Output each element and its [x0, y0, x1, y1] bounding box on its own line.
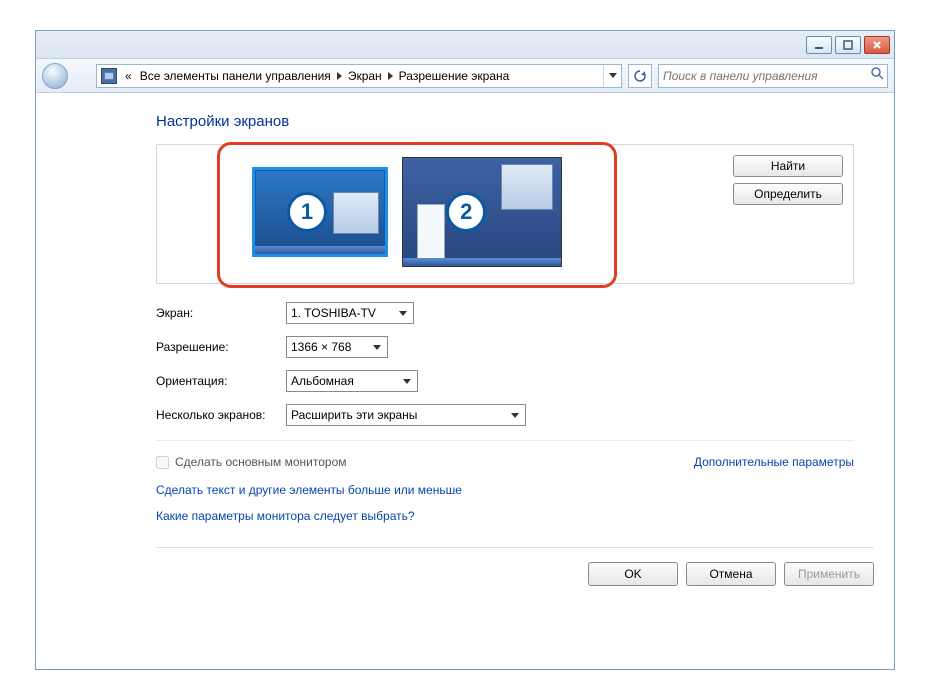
- cancel-button[interactable]: Отмена: [686, 562, 776, 586]
- find-button[interactable]: Найти: [733, 155, 843, 177]
- identify-button[interactable]: Определить: [733, 183, 843, 205]
- refresh-button[interactable]: [628, 64, 652, 88]
- combo-value: 1. TOSHIBA-TV: [291, 306, 376, 320]
- nav-back-forward: [42, 63, 90, 89]
- text-size-link[interactable]: Сделать текст и другие элементы больше и…: [156, 483, 462, 497]
- resolution-combo[interactable]: 1366 × 768: [286, 336, 388, 358]
- breadcrumb-item[interactable]: Экран: [344, 69, 386, 83]
- screen-label: Экран:: [156, 306, 286, 320]
- search-box[interactable]: [658, 64, 888, 88]
- chevron-right-icon: [335, 69, 344, 83]
- search-input[interactable]: [663, 69, 867, 83]
- nav-back-button[interactable]: [42, 63, 68, 89]
- chevron-down-icon: [369, 339, 385, 355]
- orientation-combo[interactable]: Альбомная: [286, 370, 418, 392]
- chevron-down-icon: [399, 373, 415, 389]
- help-link[interactable]: Какие параметры монитора следует выбрать…: [156, 509, 415, 523]
- navigation-bar: « Все элементы панели управления Экран Р…: [36, 59, 894, 93]
- breadcrumb-item[interactable]: Все элементы панели управления: [136, 69, 335, 83]
- title-bar: [36, 31, 894, 59]
- combo-value: Расширить эти экраны: [291, 408, 417, 422]
- multi-display-label: Несколько экранов:: [156, 408, 286, 422]
- breadcrumb-prefix: «: [121, 69, 136, 83]
- breadcrumb-bar[interactable]: « Все элементы панели управления Экран Р…: [96, 64, 622, 88]
- chevron-down-icon: [507, 407, 523, 423]
- page-title: Настройки экранов: [156, 113, 854, 130]
- multi-display-combo[interactable]: Расширить эти экраны: [286, 404, 526, 426]
- combo-value: Альбомная: [291, 374, 354, 388]
- close-button[interactable]: [864, 36, 890, 54]
- make-primary-checkbox[interactable]: Сделать основным монитором: [156, 455, 347, 469]
- resolution-label: Разрешение:: [156, 340, 286, 354]
- dialog-button-bar: OK Отмена Применить: [156, 547, 874, 600]
- display-arrangement-panel[interactable]: 1 2 Найти Определить: [156, 144, 854, 284]
- advanced-settings-link[interactable]: Дополнительные параметры: [694, 455, 854, 469]
- content-area: Настройки экранов 1 2 Найти Определить: [36, 93, 894, 600]
- chevron-down-icon: [395, 305, 411, 321]
- checkbox-label: Сделать основным монитором: [175, 455, 347, 469]
- maximize-button[interactable]: [835, 36, 861, 54]
- ok-button[interactable]: OK: [588, 562, 678, 586]
- combo-value: 1366 × 768: [291, 340, 351, 354]
- annotation-highlight: [217, 142, 617, 288]
- control-panel-icon: [101, 68, 117, 84]
- minimize-button[interactable]: [806, 36, 832, 54]
- breadcrumb-item[interactable]: Разрешение экрана: [395, 69, 514, 83]
- screen-combo[interactable]: 1. TOSHIBA-TV: [286, 302, 414, 324]
- window-frame: « Все элементы панели управления Экран Р…: [35, 30, 895, 670]
- orientation-label: Ориентация:: [156, 374, 286, 388]
- checkbox-input[interactable]: [156, 456, 169, 469]
- chevron-right-icon: [386, 69, 395, 83]
- search-icon[interactable]: [867, 66, 887, 85]
- apply-button[interactable]: Применить: [784, 562, 874, 586]
- breadcrumb-dropdown[interactable]: [603, 65, 621, 87]
